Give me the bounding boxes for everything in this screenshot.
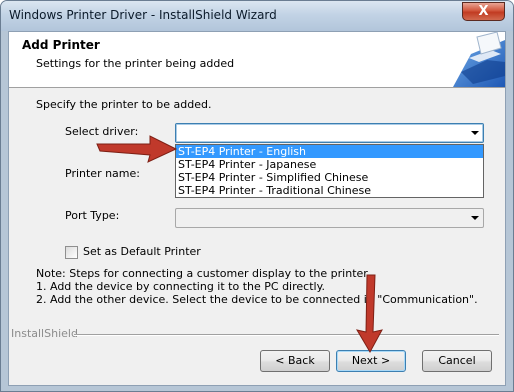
default-printer-label[interactable]: Set as Default Printer <box>83 245 201 258</box>
footer-divider <box>74 334 499 336</box>
window-title: Windows Printer Driver - InstallShield W… <box>9 8 277 22</box>
installer-window: Windows Printer Driver - InstallShield W… <box>0 0 514 392</box>
back-button[interactable]: < Back <box>260 350 330 372</box>
chevron-down-icon <box>471 216 479 220</box>
page-title: Add Printer <box>22 38 100 52</box>
default-printer-checkbox[interactable] <box>65 246 78 259</box>
dropdown-option[interactable]: ST-EP4 Printer - Simplified Chinese <box>176 171 483 184</box>
note-line: 1. Add the device by connecting it to th… <box>36 280 326 293</box>
chevron-down-icon <box>471 131 479 135</box>
title-bar[interactable]: Windows Printer Driver - InstallShield W… <box>1 1 513 31</box>
printer-name-label: Printer name: <box>65 167 140 180</box>
close-button[interactable]: X <box>462 2 505 21</box>
note-line: Note: Steps for connecting a customer di… <box>36 267 368 280</box>
driver-dropdown-list[interactable]: ST-EP4 Printer - English ST-EP4 Printer … <box>175 144 484 198</box>
instruction-text: Specify the printer to be added. <box>36 98 212 111</box>
cancel-button[interactable]: Cancel <box>422 350 492 372</box>
port-type-select[interactable] <box>175 208 484 228</box>
select-driver-label: Select driver: <box>65 125 139 138</box>
page-subtitle: Settings for the printer being added <box>36 57 235 70</box>
installshield-label: InstallShield <box>11 327 78 340</box>
dropdown-option[interactable]: ST-EP4 Printer - English <box>176 145 483 158</box>
dropdown-option[interactable]: ST-EP4 Printer - Japanese <box>176 158 483 171</box>
wizard-body: Add Printer Settings for the printer bei… <box>8 31 506 386</box>
driver-select[interactable] <box>175 123 484 143</box>
note-text: Note: Steps for connecting a customer di… <box>36 267 478 306</box>
port-type-label: Port Type: <box>65 209 120 222</box>
next-button[interactable]: Next > <box>336 350 406 372</box>
dropdown-option[interactable]: ST-EP4 Printer - Traditional Chinese <box>176 184 483 197</box>
wizard-header: Add Printer Settings for the printer bei… <box>9 32 505 88</box>
printer-icon <box>453 32 505 87</box>
note-line: 2. Add the other device. Select the devi… <box>36 293 478 306</box>
